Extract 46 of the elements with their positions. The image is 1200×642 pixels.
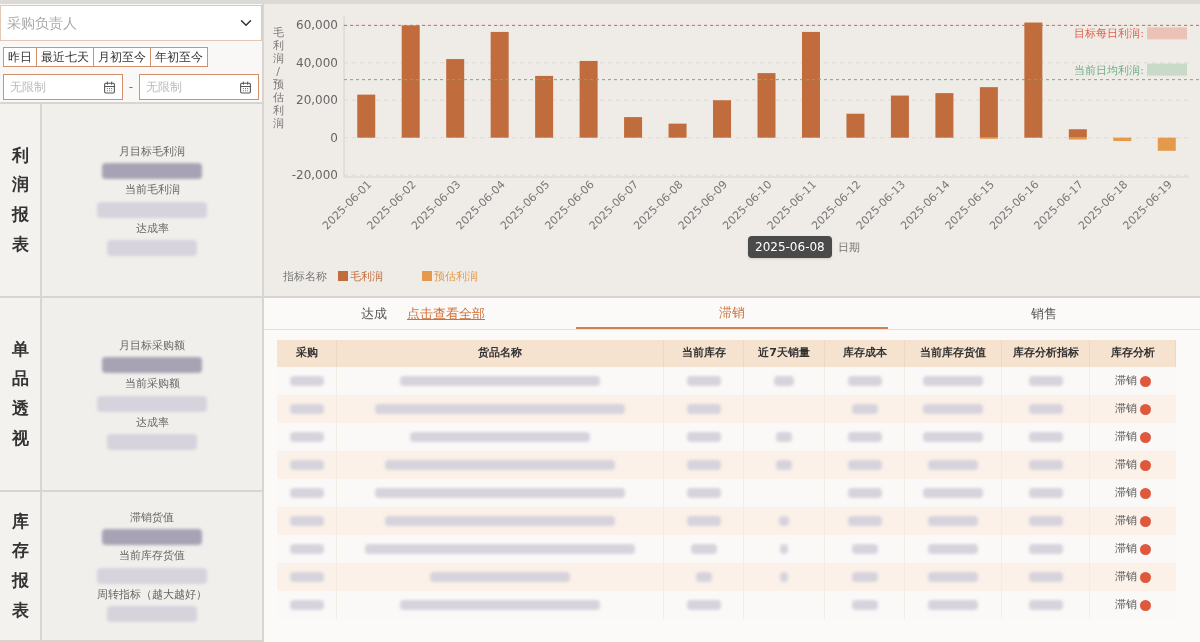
section-title: 利润报表 — [11, 143, 29, 256]
date-preset-button[interactable]: 月初至今 — [93, 47, 151, 67]
y-tick-label: 0 — [330, 130, 338, 145]
status-text: 滞销 — [1115, 512, 1137, 529]
date-from-field[interactable]: 无限制 — [3, 74, 123, 100]
status-text: 滞销 — [1115, 540, 1137, 557]
legend-title: 指标名称 — [283, 270, 327, 283]
y-tick-label: 20,000 — [296, 93, 338, 108]
range-separator: - — [128, 79, 134, 96]
section-title: 库存报表 — [11, 509, 29, 622]
metric-label: 达成率 — [135, 414, 169, 431]
status-text: 滞销 — [1115, 596, 1137, 613]
tab[interactable]: 达成 — [355, 298, 393, 329]
legend-label[interactable]: 毛利润 — [350, 270, 383, 283]
status-text: 滞销 — [1115, 456, 1137, 473]
metric-label: 当前采购额 — [124, 376, 180, 393]
view-all-link[interactable]: 点击查看全部 — [407, 303, 485, 324]
owner-dropdown[interactable]: 采购负责人 — [0, 5, 262, 41]
status-text: 滞销 — [1115, 484, 1137, 501]
metric-label: 月目标采购额 — [119, 337, 185, 354]
metric-label: 滞销货值 — [130, 509, 174, 526]
status-text: 滞销 — [1115, 400, 1137, 417]
status-text: 滞销 — [1115, 428, 1137, 445]
y-tick-label: -20,000 — [291, 168, 338, 183]
section-title: 单品透视 — [11, 337, 29, 450]
reference-label: 目标每日利润: — [1074, 27, 1144, 41]
date-preset-button[interactable]: 昨日 — [3, 47, 37, 67]
reference-label: 当前日均利润: — [1074, 63, 1144, 77]
date-preset-button[interactable]: 年初至今 — [150, 47, 208, 67]
metric-label: 当前库存货值 — [119, 548, 185, 565]
tooltip: 2025-06-08 — [748, 236, 832, 258]
y-axis-title: 毛利润/预估利润 — [272, 26, 284, 130]
date-to-field[interactable]: 无限制 — [139, 74, 259, 100]
metric-label: 月目标毛利润 — [119, 143, 185, 160]
status-text: 滞销 — [1115, 372, 1137, 389]
y-tick-label: 40,000 — [296, 55, 338, 70]
legend-label[interactable]: 预估利润 — [434, 270, 478, 283]
tab[interactable]: 销售 — [1025, 298, 1063, 329]
tab[interactable]: 滞销 — [576, 298, 888, 329]
date-preset-button[interactable]: 最近七天 — [36, 47, 94, 67]
status-text: 滞销 — [1115, 568, 1137, 585]
x-axis-title: 日期 — [838, 241, 860, 254]
metric-label: 周转指标（越大越好） — [97, 586, 207, 603]
metric-label: 达成率 — [135, 220, 169, 237]
metric-label: 当前毛利润 — [124, 182, 180, 199]
y-tick-label: 60,000 — [296, 18, 338, 33]
